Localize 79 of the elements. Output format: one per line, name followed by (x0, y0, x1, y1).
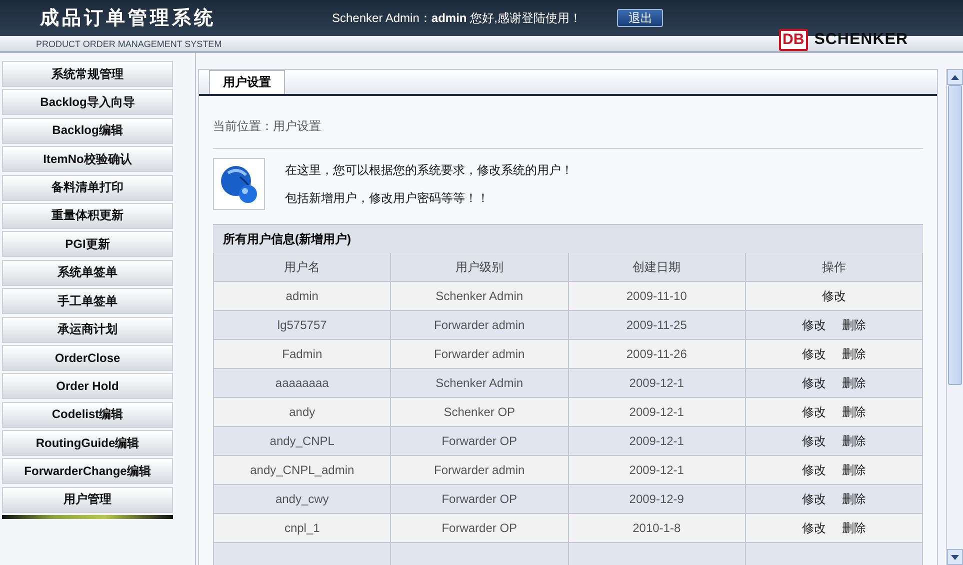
action-link[interactable]: 删除 (842, 404, 866, 420)
sidebar-item[interactable]: ItemNo校验确认 (2, 146, 173, 172)
table-cell: 2009-12-1 (568, 456, 746, 485)
sidebar-item[interactable]: 用户管理 (2, 486, 173, 513)
sidebar-item[interactable]: 系统单签单 (2, 260, 173, 286)
app-subtitle: PRODUCT ORDER MANAGEMENT SYSTEM (36, 38, 222, 48)
table-cell: Forwarder admin (391, 456, 568, 485)
table-cell: Forwarder OP (391, 427, 568, 456)
scroll-down-icon[interactable] (947, 549, 963, 565)
action-link[interactable]: 删除 (842, 462, 866, 478)
action-link[interactable]: 修改 (802, 316, 826, 334)
table-cell: andy (214, 398, 392, 427)
sidebar-item[interactable]: Backlog编辑 (2, 118, 173, 144)
action-link[interactable]: 修改 (802, 520, 826, 536)
table-cell: Schenker OP (391, 398, 568, 427)
sidebar-item[interactable]: ForwarderChange编辑 (2, 458, 173, 484)
logo-mark: DB (778, 29, 808, 51)
sidebar-item[interactable]: Backlog导入向导 (2, 89, 173, 116)
table-cell: andy_CNPL_admin (214, 456, 392, 485)
intro-text: 在这里，您可以根据您的系统要求，修改系统的用户！ (285, 162, 573, 178)
table-title: 所有用户信息(新增用户) (213, 224, 923, 253)
table-cell: Fadmin (214, 340, 392, 369)
breadcrumb: 当前位置：用户设置 (213, 96, 923, 149)
table-cell: 2009-12-1 (568, 369, 746, 398)
table-cell: 2009-12-9 (568, 485, 746, 514)
table-cell: Schenker Admin (391, 282, 568, 311)
table-cell: andy_CNPL (214, 427, 392, 456)
sidebar-item[interactable]: RoutingGuide编辑 (2, 430, 173, 456)
sidebar-item[interactable]: 手工单签单 (2, 288, 173, 314)
action-link[interactable]: 修改 (802, 462, 826, 478)
table-cell: 2009-11-10 (568, 282, 746, 311)
table-cell: 2009-11-26 (568, 340, 746, 369)
action-link[interactable]: 删除 (842, 432, 866, 450)
intro-text: 包括新增用户，修改用户密码等等！！ (285, 190, 490, 206)
sidebar-item[interactable]: Codelist编辑 (2, 402, 173, 428)
sidebar-item[interactable]: OrderClose (2, 344, 173, 371)
table-cell: aaaaaaaa (214, 369, 392, 398)
column-header: 用户级别 (391, 253, 568, 282)
action-link[interactable]: 删除 (842, 316, 866, 334)
action-link[interactable]: 删除 (842, 374, 866, 392)
table-cell: Forwarder OP (391, 514, 568, 543)
table-cell: Schenker Admin (391, 369, 568, 398)
action-link[interactable]: 删除 (842, 490, 866, 508)
table-cell: Forwarder admin (391, 340, 568, 369)
sidebar-item[interactable]: 重量体积更新 (2, 202, 173, 229)
action-link[interactable]: 修改 (822, 288, 846, 304)
action-link[interactable]: 删除 (842, 346, 866, 362)
column-header: 用户名 (214, 253, 392, 282)
greeting-text: Schenker Admin：admin 您好,感谢登陆使用！ (332, 10, 582, 26)
column-header: 创建日期 (568, 253, 746, 282)
sidebar-item[interactable]: 承运商计划 (2, 316, 173, 343)
column-header: 操作 (746, 253, 923, 282)
app-title: 成品订单管理系统 (40, 6, 217, 31)
logout-button[interactable]: 退出 (617, 9, 664, 27)
table-cell: 2009-12-1 (568, 427, 746, 456)
users-icon (213, 158, 265, 210)
action-link[interactable]: 修改 (802, 432, 826, 450)
table-cell: Forwarder OP (391, 485, 568, 514)
table-cell: 2009-11-25 (568, 311, 746, 340)
table-cell: andy_cwy (214, 485, 392, 514)
sidebar-item[interactable]: 备料清单打印 (2, 174, 173, 201)
action-link[interactable]: 修改 (802, 404, 826, 420)
action-link[interactable]: 修改 (802, 374, 826, 392)
table-cell: 2009-12-1 (568, 398, 746, 427)
action-link[interactable]: 删除 (842, 520, 866, 536)
scroll-up-icon[interactable] (947, 69, 963, 85)
sidebar-item[interactable]: Order Hold (2, 373, 173, 400)
action-link[interactable]: 修改 (802, 490, 826, 508)
table-cell: Forwarder admin (391, 311, 568, 340)
action-link[interactable]: 修改 (802, 346, 826, 362)
logo-text: SCHENKER (814, 31, 908, 49)
sidebar-item[interactable]: PGI更新 (2, 231, 173, 258)
table-cell: admin (214, 282, 392, 311)
tab[interactable]: 用户设置 (209, 70, 285, 94)
table-cell: lg575757 (214, 311, 392, 340)
scrollbar-thumb[interactable] (948, 85, 962, 385)
table-cell: 2010-1-8 (568, 514, 746, 543)
sidebar-item[interactable]: 系统常规管理 (2, 61, 173, 87)
table-cell: cnpl_1 (214, 514, 392, 543)
